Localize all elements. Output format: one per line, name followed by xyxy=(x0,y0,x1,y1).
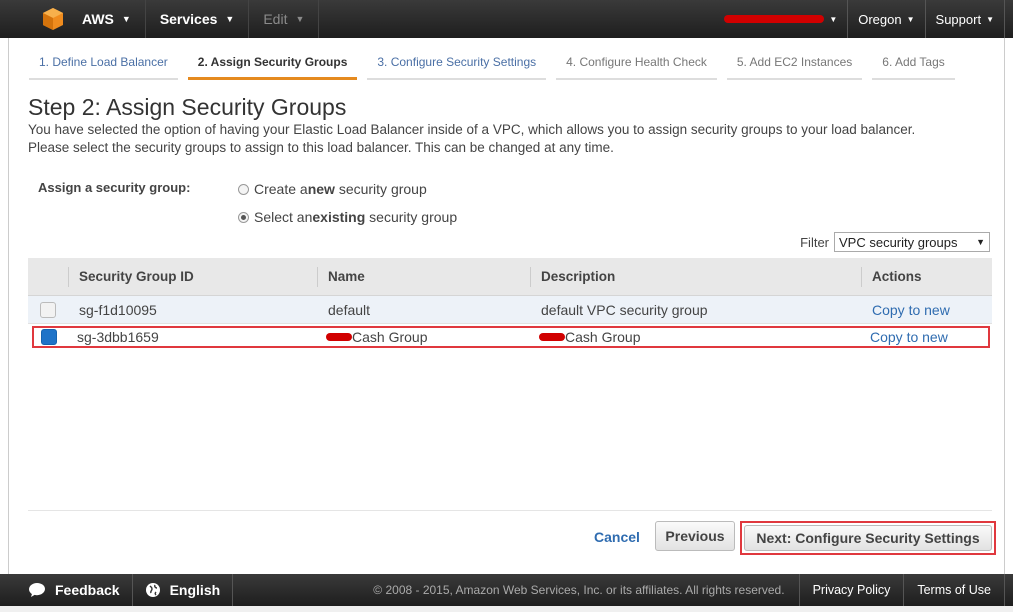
radio-create-new[interactable]: Create a new security group xyxy=(238,181,427,197)
cell-name: default xyxy=(328,301,371,318)
window-bottom-edge xyxy=(0,606,1013,612)
cell-name-text: Cash Group xyxy=(352,328,428,345)
language-button[interactable]: English xyxy=(133,574,234,606)
header-actions: Actions xyxy=(861,258,992,295)
dropdown-arrow-icon: ▼ xyxy=(976,237,985,247)
radio-button[interactable] xyxy=(238,211,249,223)
page-description: You have selected the option of having y… xyxy=(28,121,988,157)
radio-label: Select an xyxy=(254,209,313,225)
row-checkbox[interactable] xyxy=(41,328,57,345)
radio-label: Create a xyxy=(254,181,308,197)
chevron-down-icon: ▼ xyxy=(295,14,305,24)
chevron-down-icon: ▼ xyxy=(986,14,994,24)
copy-to-new-link[interactable]: Copy to new xyxy=(870,329,948,345)
page-title: Step 2: Assign Security Groups xyxy=(28,94,347,120)
aws-menu-label: AWS xyxy=(82,11,114,27)
wizard-steps: 1. Define Load Balancer 2. Assign Securi… xyxy=(29,50,965,80)
radio-label: security group xyxy=(334,181,427,197)
tab-add-tags[interactable]: 6. Add Tags xyxy=(872,50,955,80)
table-header: Security Group ID Name Description Actio… xyxy=(28,258,992,296)
feedback-label: Feedback xyxy=(55,582,120,598)
chevron-down-icon: ▼ xyxy=(829,14,838,24)
row-checkbox[interactable] xyxy=(40,301,56,318)
table-row[interactable]: sg-f1d10095 default default VPC security… xyxy=(28,296,992,324)
radio-label-bold: new xyxy=(307,181,335,197)
header-select xyxy=(28,258,68,295)
globe-icon xyxy=(145,582,161,598)
cell-security-group-id: sg-f1d10095 xyxy=(79,301,157,318)
cell-description: default VPC security group xyxy=(541,301,708,318)
support-menu[interactable]: Support ▼ xyxy=(924,0,1005,38)
copy-to-new-link[interactable]: Copy to new xyxy=(872,302,950,318)
speech-bubble-icon xyxy=(28,582,46,598)
chevron-down-icon: ▼ xyxy=(225,14,235,24)
tab-configure-health-check[interactable]: 4. Configure Health Check xyxy=(556,50,717,80)
chevron-down-icon: ▼ xyxy=(906,14,915,24)
filter-select-value: VPC security groups xyxy=(839,234,958,250)
table-row[interactable]: sg-3dbb1659 Cash Group Cash Group Copy t… xyxy=(32,326,990,348)
account-menu[interactable]: ▼ xyxy=(714,0,847,38)
assign-security-group-label: Assign a security group: xyxy=(38,180,191,195)
cell-name: Cash Group xyxy=(315,326,528,347)
wizard-panel: 1. Define Load Balancer 2. Assign Securi… xyxy=(8,38,1005,574)
terms-of-use-link[interactable]: Terms of Use xyxy=(903,574,1005,606)
header-description[interactable]: Description xyxy=(530,258,861,295)
radio-label: security group xyxy=(365,209,458,225)
radio-button[interactable] xyxy=(238,183,249,195)
tab-configure-security-settings[interactable]: 3. Configure Security Settings xyxy=(367,50,547,80)
aws-cube-icon[interactable] xyxy=(38,0,68,38)
chevron-down-icon: ▼ xyxy=(121,14,131,24)
feedback-button[interactable]: Feedback xyxy=(0,574,133,606)
filter-control: Filter VPC security groups ▼ xyxy=(800,232,990,252)
edit-menu[interactable]: Edit ▼ xyxy=(249,0,320,38)
tab-add-ec2-instances[interactable]: 5. Add EC2 Instances xyxy=(726,50,863,80)
aws-menu[interactable]: AWS ▼ xyxy=(68,0,146,38)
tab-define-load-balancer[interactable]: 1. Define Load Balancer xyxy=(29,50,178,80)
redacted-text xyxy=(326,332,352,341)
cell-description: Cash Group xyxy=(528,326,859,347)
description-line: You have selected the option of having y… xyxy=(28,122,916,137)
region-label: Oregon xyxy=(858,11,902,27)
header-security-group-id[interactable]: Security Group ID xyxy=(68,258,317,295)
cancel-button[interactable]: Cancel xyxy=(594,529,640,545)
edit-menu-label: Edit xyxy=(263,11,288,27)
privacy-policy-link[interactable]: Privacy Policy xyxy=(798,574,904,606)
next-button-highlight: Next: Configure Security Settings xyxy=(740,521,996,555)
tab-assign-security-groups[interactable]: 2. Assign Security Groups xyxy=(187,50,358,80)
radio-label-bold: existing xyxy=(312,209,366,225)
bottom-bar: Feedback English © 2008 - 2015, Amazon W… xyxy=(0,574,1013,606)
support-label: Support xyxy=(935,11,982,27)
redacted-text xyxy=(539,332,565,341)
cell-security-group-id: sg-3dbb1659 xyxy=(77,328,159,345)
services-menu-label: Services xyxy=(159,11,218,27)
filter-label: Filter xyxy=(800,234,829,250)
top-navigation-bar: AWS ▼ Services ▼ Edit ▼ ▼ Oregon ▼ Suppo… xyxy=(0,0,1013,38)
description-line: Please select the security groups to ass… xyxy=(28,140,614,155)
security-groups-table: Security Group ID Name Description Actio… xyxy=(28,258,992,348)
services-menu[interactable]: Services ▼ xyxy=(146,0,250,38)
previous-button[interactable]: Previous xyxy=(655,521,735,551)
language-label: English xyxy=(169,582,221,598)
cell-description-text: Cash Group xyxy=(565,328,641,345)
radio-select-existing[interactable]: Select an existing security group xyxy=(238,209,457,225)
copyright-text: © 2008 - 2015, Amazon Web Services, Inc.… xyxy=(373,583,785,597)
footer-divider xyxy=(28,510,992,511)
header-name[interactable]: Name xyxy=(317,258,530,295)
filter-select[interactable]: VPC security groups ▼ xyxy=(834,232,990,252)
redacted-account-name xyxy=(724,15,825,23)
region-menu[interactable]: Oregon ▼ xyxy=(847,0,924,38)
next-configure-security-settings-button[interactable]: Next: Configure Security Settings xyxy=(744,525,992,551)
